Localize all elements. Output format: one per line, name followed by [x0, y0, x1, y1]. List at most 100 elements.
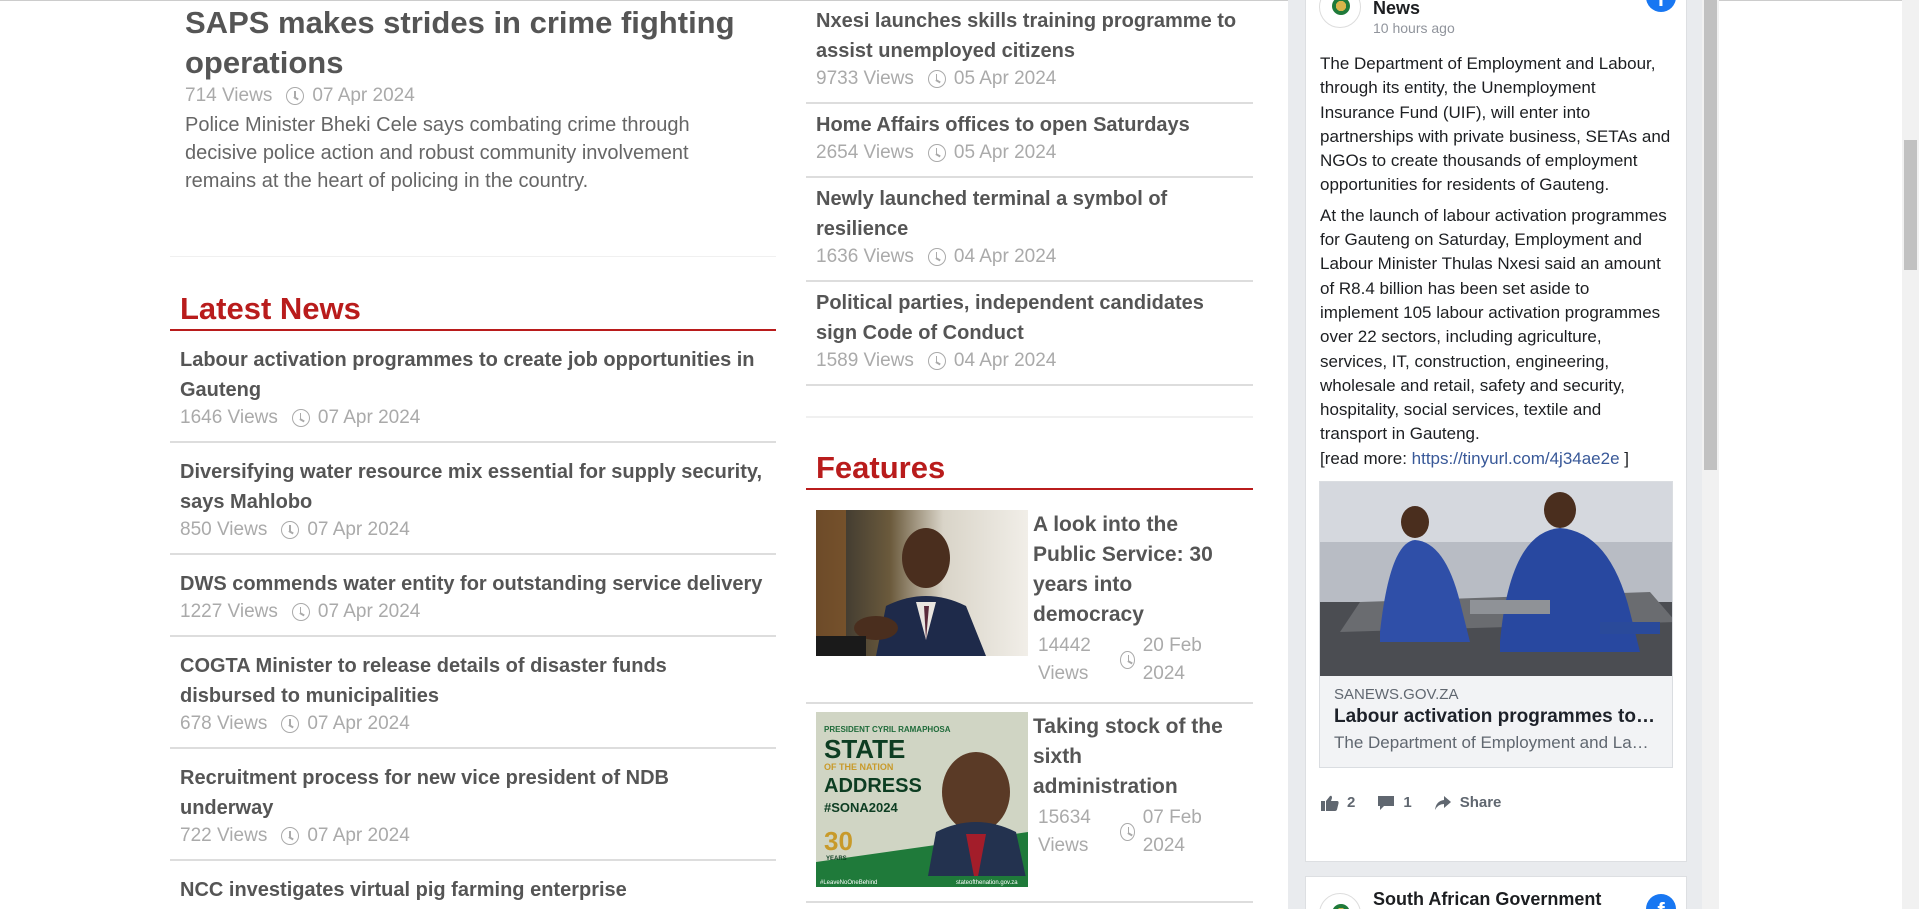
- news-item-title[interactable]: Newly launched terminal a symbol of resi…: [816, 184, 1243, 244]
- news-item-meta: 9733 Views 05 Apr 2024: [816, 66, 1243, 92]
- lead-article[interactable]: SAPS makes strides in crime fighting ope…: [170, 3, 776, 195]
- sona-footer-left: #LeaveNoOneBehind: [820, 880, 877, 886]
- news-item[interactable]: Home Affairs offices to open Saturdays 26…: [806, 104, 1253, 178]
- news-item-meta: 678 Views 07 Apr 2024: [180, 711, 766, 737]
- comment-icon: [1378, 795, 1395, 810]
- share-arrow-icon: [1434, 795, 1451, 810]
- views-count: 1646 Views: [180, 407, 278, 428]
- views-count: 850 Views: [180, 519, 268, 540]
- news-item-meta: 1636 Views 04 Apr 2024: [816, 244, 1243, 270]
- link-preview-caption[interactable]: SANEWS.GOV.ZA Labour activation programm…: [1320, 676, 1672, 768]
- sona-line3: OF THE NATION: [824, 762, 893, 772]
- share-button[interactable]: Share: [1434, 794, 1502, 812]
- thumbs-up-icon: [1321, 795, 1339, 811]
- news-item[interactable]: Diversifying water resource mix essentia…: [170, 443, 776, 555]
- news-item-title[interactable]: Political parties, independent candidate…: [816, 288, 1243, 348]
- article-date: 05 Apr 2024: [953, 142, 1057, 163]
- news-item-title[interactable]: Labour activation programmes to create j…: [180, 345, 766, 405]
- news-item[interactable]: Recruitment process for new vice preside…: [170, 749, 776, 861]
- comment-button[interactable]: 1: [1377, 794, 1412, 812]
- news-item[interactable]: COGTA Minister to release details of dis…: [170, 637, 776, 749]
- feature-thumbnail-sona[interactable]: PRESIDENT CYRIL RAMAPHOSA STATE OF THE N…: [816, 712, 1028, 887]
- page-scrollbar-track[interactable]: [1902, 0, 1919, 909]
- sona-line4: ADDRESS: [824, 775, 922, 797]
- lead-article-title[interactable]: SAPS makes strides in crime fighting ope…: [185, 3, 776, 83]
- news-item-title[interactable]: Home Affairs offices to open Saturdays: [816, 110, 1243, 140]
- link-title[interactable]: Labour activation programmes to create j…: [1334, 703, 1658, 731]
- post-time[interactable]: 10 hours ago: [1361, 16, 1455, 40]
- comment-count: 1: [1403, 794, 1412, 812]
- sona-years-label: YEARS: [826, 856, 847, 862]
- clock-icon: [281, 827, 300, 845]
- divider: [170, 256, 776, 257]
- news-item-title[interactable]: COGTA Minister to release details of dis…: [180, 651, 766, 711]
- post-actions: 2 1 Share: [1306, 768, 1686, 811]
- news-item-title[interactable]: NCC investigates virtual pig farming ent…: [180, 875, 766, 905]
- post-paragraph-text: At the launch of labour activation progr…: [1320, 205, 1667, 444]
- article-date: 04 Apr 2024: [953, 246, 1057, 267]
- article-date: 20 Feb 2024: [1142, 635, 1202, 684]
- clock-icon: [281, 521, 300, 539]
- news-item[interactable]: Nxesi launches skills training programme…: [806, 0, 1253, 104]
- sona-poster-image: PRESIDENT CYRIL RAMAPHOSA STATE OF THE N…: [816, 712, 1028, 887]
- workshop-photo: [1320, 482, 1672, 677]
- article-date: 05 Apr 2024: [953, 68, 1057, 89]
- feature-item[interactable]: A look into the Public Service: 30 years…: [806, 490, 1253, 704]
- clock-icon: [1119, 823, 1135, 841]
- link-preview[interactable]: SANEWS.GOV.ZA Labour activation programm…: [1319, 481, 1673, 769]
- feature-meta: 14442 Views 20 Feb 2024: [1033, 632, 1228, 688]
- facebook-logo-icon[interactable]: f: [1646, 894, 1676, 909]
- views-count: 714 Views: [185, 85, 273, 106]
- page-avatar[interactable]: [1319, 893, 1361, 909]
- latest-news-section: Latest News Labour activation programmes…: [170, 289, 776, 909]
- news-item-meta: 2654 Views 05 Apr 2024: [816, 140, 1243, 166]
- news-item-title[interactable]: Diversifying water resource mix essentia…: [180, 457, 766, 517]
- clock-icon: [291, 409, 310, 427]
- news-item[interactable]: DWS commends water entity for outstandin…: [170, 555, 776, 637]
- news-item[interactable]: Newly launched terminal a symbol of resi…: [806, 178, 1253, 282]
- clock-icon: [927, 70, 946, 88]
- link-domain: SANEWS.GOV.ZA: [1334, 686, 1459, 704]
- feature-info: Taking stock of the sixth administration…: [1028, 712, 1228, 887]
- read-more-link[interactable]: https://tinyurl.com/4j34ae2e: [1412, 449, 1620, 468]
- page-name[interactable]: South African Government: [1361, 877, 1601, 908]
- article-date: 07 Apr 2024: [307, 713, 410, 734]
- page-name[interactable]: News: [1361, 0, 1455, 17]
- news-item[interactable]: Labour activation programmes to create j…: [170, 331, 776, 443]
- feature-thumbnail-public-service[interactable]: [816, 510, 1028, 656]
- post-header: News 10 hours ago f: [1306, 0, 1686, 40]
- clock-icon: [927, 248, 946, 266]
- page-avatar[interactable]: [1319, 0, 1361, 28]
- like-button[interactable]: 2: [1321, 794, 1355, 811]
- feature-title[interactable]: A look into the Public Service: 30 years…: [1033, 510, 1228, 630]
- feature-title[interactable]: Taking stock of the sixth administration: [1033, 712, 1228, 802]
- news-item-title[interactable]: Nxesi launches skills training programme…: [816, 6, 1243, 66]
- read-more-suffix: ]: [1619, 448, 1630, 468]
- left-column: SAPS makes strides in crime fighting ope…: [170, 0, 776, 909]
- link-preview-image[interactable]: [1320, 482, 1672, 677]
- sona-hashtag: #SONA2024: [824, 800, 898, 815]
- middle-column: Nxesi launches skills training programme…: [806, 0, 1253, 903]
- article-date: 07 Apr 2024: [312, 85, 415, 106]
- more-news-list: Nxesi launches skills training programme…: [806, 0, 1253, 386]
- latest-news-heading: Latest News: [180, 291, 361, 326]
- page-scrollbar-thumb[interactable]: [1904, 140, 1917, 270]
- news-item-title[interactable]: DWS commends water entity for outstandin…: [180, 569, 766, 599]
- share-label: Share: [1459, 794, 1502, 812]
- sona-footer-right: stateofthenation.gov.za: [956, 880, 1018, 886]
- news-item[interactable]: NCC investigates virtual pig farming ent…: [170, 861, 776, 909]
- feature-item[interactable]: PRESIDENT CYRIL RAMAPHOSA STATE OF THE N…: [806, 704, 1253, 903]
- post-paragraph: The Department of Employment and Labour,…: [1320, 54, 1671, 195]
- post-author: News 10 hours ago: [1361, 0, 1455, 40]
- lead-article-summary: Police Minister Bheki Cele says combatin…: [185, 114, 690, 192]
- news-item-meta: 1646 Views 07 Apr 2024: [180, 405, 766, 431]
- news-item[interactable]: Political parties, independent candidate…: [806, 282, 1253, 386]
- read-more-prefix: [read more:: [1320, 448, 1412, 468]
- news-item-title[interactable]: Recruitment process for new vice preside…: [180, 763, 766, 823]
- facebook-logo-icon[interactable]: f: [1646, 0, 1676, 12]
- features-heading: Features: [816, 450, 946, 485]
- views-count: 1636 Views: [816, 246, 914, 267]
- link-description: The Department of Employment and Labour,…: [1334, 733, 1658, 753]
- widget-scrollbar-thumb[interactable]: [1704, 0, 1717, 470]
- sona-line2: STATE: [824, 734, 905, 764]
